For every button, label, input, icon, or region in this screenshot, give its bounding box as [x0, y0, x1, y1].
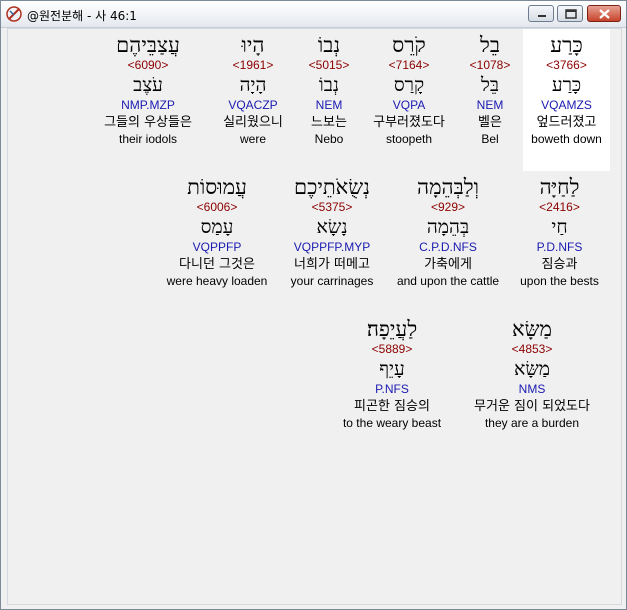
korean-gloss: 너희가 떠메고 — [294, 257, 370, 272]
english-gloss: their iodols — [118, 132, 178, 146]
korean-gloss: 짐승과 — [541, 257, 578, 272]
korean-gloss: 그들의 우상들은 — [104, 115, 192, 130]
hebrew-word: נְבוֹ — [317, 33, 341, 57]
english-gloss: your carrinages — [290, 274, 374, 288]
strong-number[interactable]: <929> — [388, 200, 508, 215]
parse-code: VQPA — [392, 98, 426, 112]
word-cell[interactable]: לַעֲיֵפָה׃ <5889> עָיֵף P.NFS 피곤한 짐승의 to… — [332, 316, 452, 430]
parse-code: NEM — [476, 98, 504, 112]
strong-number[interactable]: <3766> — [523, 58, 610, 73]
english-gloss: to the weary beast — [342, 416, 442, 430]
korean-gloss: 피곤한 짐승의 — [354, 399, 430, 414]
parse-code: NEM — [315, 98, 343, 112]
word-cell[interactable]: מַשָּׂא <4853> מַשָּׂא NMS 무거운 짐이 되었도다 t… — [456, 316, 608, 430]
lemma-word: קָרַס — [393, 74, 425, 96]
strong-number[interactable]: <5375> — [280, 200, 384, 215]
korean-gloss: 엎드러졌고 — [536, 115, 597, 130]
korean-gloss: 다니던 그것은 — [179, 257, 255, 272]
lemma-word: עֹצֶב — [133, 74, 163, 96]
word-cell[interactable]: עֲצַבֵּיהֶם <6090> עֹצֶב NMP.MZP 그들의 우상들… — [90, 32, 206, 146]
close-icon — [599, 9, 610, 19]
lemma-word: נָשָׂא — [316, 216, 348, 238]
word-cell[interactable]: כָּרַע <3766> כָּרַע VQAMZS 엎드러졌고 boweth… — [523, 32, 610, 146]
parse-code: NMS — [518, 382, 546, 396]
korean-gloss: 가축에게 — [424, 257, 472, 272]
hebrew-word: נְשֻׂאֹתֵיכֶם — [294, 175, 370, 199]
hebrew-word: הָיוּ — [241, 33, 265, 57]
hebrew-word: עֲצַבֵּיהֶם — [116, 33, 180, 57]
strong-number[interactable]: <7164> — [362, 58, 456, 73]
hebrew-word: לַחַיָּה — [539, 175, 580, 199]
maximize-icon — [565, 9, 577, 19]
window-title: @원전분해 - 사 46:1 — [27, 9, 137, 23]
hebrew-word: קֹרֵס — [392, 33, 426, 57]
lemma-word: בֵּל — [480, 74, 500, 96]
english-gloss: Nebo — [314, 132, 344, 146]
strong-number[interactable]: <6006> — [158, 200, 276, 215]
korean-gloss: 구부러졌도다 — [373, 115, 445, 130]
app-window: @원전분해 - 사 46:1 כָּרַע <3766> כָּרַע VQAM… — [0, 0, 627, 610]
english-gloss: were — [239, 132, 266, 146]
maximize-button[interactable] — [557, 5, 583, 22]
word-cell[interactable]: נְשֻׂאֹתֵיכֶם <5375> נָשָׂא VQPPFP.MYP 너… — [280, 174, 384, 288]
parse-code: VQACZP — [228, 98, 278, 112]
hebrew-word: לַעֲיֵפָה׃ — [366, 317, 418, 341]
parse-code: VQPPFP — [192, 240, 242, 254]
parse-code: P.D.NFS — [536, 240, 583, 254]
strong-number[interactable]: <6090> — [90, 58, 206, 73]
lemma-word: עָיֵף — [379, 358, 405, 380]
parse-code: VQPPFP.MYP — [293, 240, 371, 254]
lemma-word: הָיָה — [239, 74, 267, 96]
word-cell[interactable]: קֹרֵס <7164> קָרַס VQPA 구부러졌도다 stoopeth — [362, 32, 456, 146]
hebrew-word: עֲמוּסוֹת — [187, 175, 247, 199]
korean-gloss: 벨은 — [478, 115, 502, 130]
word-cell[interactable]: וְלַבְּהֵמָה <929> בְּהֵמָה C.P.D.NFS 가축… — [388, 174, 508, 288]
word-cell[interactable]: עֲמוּסוֹת <6006> עָמַס VQPPFP 다니던 그것은 we… — [158, 174, 276, 288]
strong-number[interactable]: <5015> — [299, 58, 359, 73]
english-gloss: stoopeth — [385, 132, 433, 146]
english-gloss: Bel — [481, 132, 499, 146]
hebrew-word: וְלַבְּהֵמָה — [417, 175, 479, 199]
korean-gloss: 무거운 짐이 되었도다 — [474, 399, 590, 414]
strong-number[interactable]: <4853> — [456, 342, 608, 357]
word-cell[interactable]: הָיוּ <1961> הָיָה VQACZP 실리웠으니 were — [210, 32, 296, 146]
hebrew-word: כָּרַע — [550, 33, 583, 57]
english-gloss: upon the bests — [520, 274, 599, 288]
korean-gloss: 느보는 — [311, 115, 347, 130]
lemma-word: חַי — [551, 216, 568, 238]
interlinear-panel: כָּרַע <3766> כָּרַע VQAMZS 엎드러졌고 boweth… — [7, 28, 622, 605]
word-cell[interactable]: בֵל <1078> בֵּל NEM 벨은 Bel — [460, 32, 520, 146]
lemma-word: מַשָּׂא — [513, 358, 551, 380]
parse-code: VQAMZS — [541, 98, 592, 112]
lemma-word: נְבוֹ — [318, 74, 340, 96]
close-button[interactable] — [587, 5, 621, 22]
lemma-word: כָּרַע — [551, 74, 582, 96]
strong-number[interactable]: <5889> — [332, 342, 452, 357]
word-cell[interactable]: לַחַיָּה <2416> חַי P.D.NFS 짐승과 upon the… — [513, 174, 606, 288]
hebrew-word: בֵל — [480, 33, 500, 57]
lemma-word: עָמַס — [200, 216, 234, 238]
english-gloss: were heavy loaden — [166, 274, 268, 288]
minimize-icon — [538, 15, 546, 17]
korean-gloss: 실리웠으니 — [223, 115, 283, 130]
lemma-word: בְּהֵמָה — [426, 216, 470, 238]
hebrew-word: מַשָּׂא — [512, 317, 552, 341]
parse-code: NMP.MZP — [121, 98, 175, 112]
minimize-button[interactable] — [528, 5, 554, 22]
english-gloss: boweth down — [531, 132, 602, 146]
parse-code: P.NFS — [375, 382, 409, 396]
english-gloss: they are a burden — [484, 416, 580, 430]
parse-code: C.P.D.NFS — [419, 240, 477, 254]
strong-number[interactable]: <2416> — [513, 200, 606, 215]
title-bar[interactable]: @원전분해 - 사 46:1 — [1, 1, 626, 28]
strong-number[interactable]: <1078> — [460, 58, 520, 73]
strong-number[interactable]: <1961> — [210, 58, 296, 73]
english-gloss: and upon the cattle — [396, 274, 500, 288]
word-cell[interactable]: נְבוֹ <5015> נְבוֹ NEM 느보는 Nebo — [299, 32, 359, 146]
app-logo-icon — [5, 5, 23, 23]
